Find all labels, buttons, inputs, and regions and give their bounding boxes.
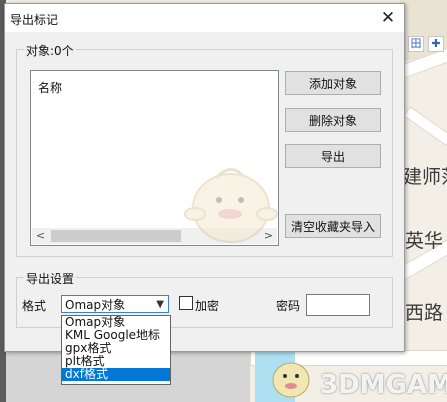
password-label: 密码: [276, 299, 301, 313]
dialog-titlebar[interactable]: 导出标记 ✕: [5, 4, 404, 32]
encrypt-checkbox[interactable]: [179, 296, 193, 310]
format-dropdown-list[interactable]: Omap对象 KML Google地标 gpx格式 plt格式 dxf格式: [61, 315, 171, 385]
format-option-omap[interactable]: Omap对象: [62, 316, 170, 329]
add-object-button[interactable]: 添加对象: [285, 71, 381, 95]
objects-group-legend: 对象:0个: [24, 42, 76, 59]
clear-favorites-import-button[interactable]: 清空收藏夹导入: [285, 214, 381, 238]
password-field[interactable]: [306, 294, 370, 316]
format-option-kml[interactable]: KML Google地标: [62, 329, 170, 342]
map-layer-icon[interactable]: 田: [408, 36, 424, 52]
export-button[interactable]: 导出: [285, 144, 381, 168]
scroll-left-icon[interactable]: <: [32, 228, 49, 244]
encrypt-label: 加密: [195, 299, 220, 313]
delete-object-button[interactable]: 删除对象: [285, 108, 381, 132]
watermark-mascot-icon: [272, 362, 310, 398]
format-option-plt[interactable]: plt格式: [62, 355, 170, 368]
dialog-title: 导出标记: [10, 13, 59, 27]
map-label: 建师范: [403, 166, 447, 188]
format-label: 格式: [22, 299, 47, 313]
mascot-watermark-icon: [184, 168, 278, 243]
format-option-dxf[interactable]: dxf格式: [62, 368, 170, 381]
scrollbar-thumb[interactable]: [51, 230, 181, 242]
format-select-value: Omap对象: [65, 298, 126, 312]
map-road: [403, 106, 447, 146]
watermark-text: 3DMGAME: [320, 370, 447, 400]
map-zoom-icon[interactable]: ✚: [428, 36, 444, 52]
format-select[interactable]: Omap对象 ▼: [61, 295, 169, 313]
export-settings-legend: 导出设置: [24, 270, 77, 287]
chevron-down-icon[interactable]: ▼: [156, 296, 164, 314]
close-button[interactable]: ✕: [375, 6, 401, 30]
map-label: 英华: [405, 230, 444, 252]
map-label: 西路: [405, 302, 444, 324]
format-option-gpx[interactable]: gpx格式: [62, 342, 170, 355]
list-column-header-name: 名称: [38, 81, 63, 95]
